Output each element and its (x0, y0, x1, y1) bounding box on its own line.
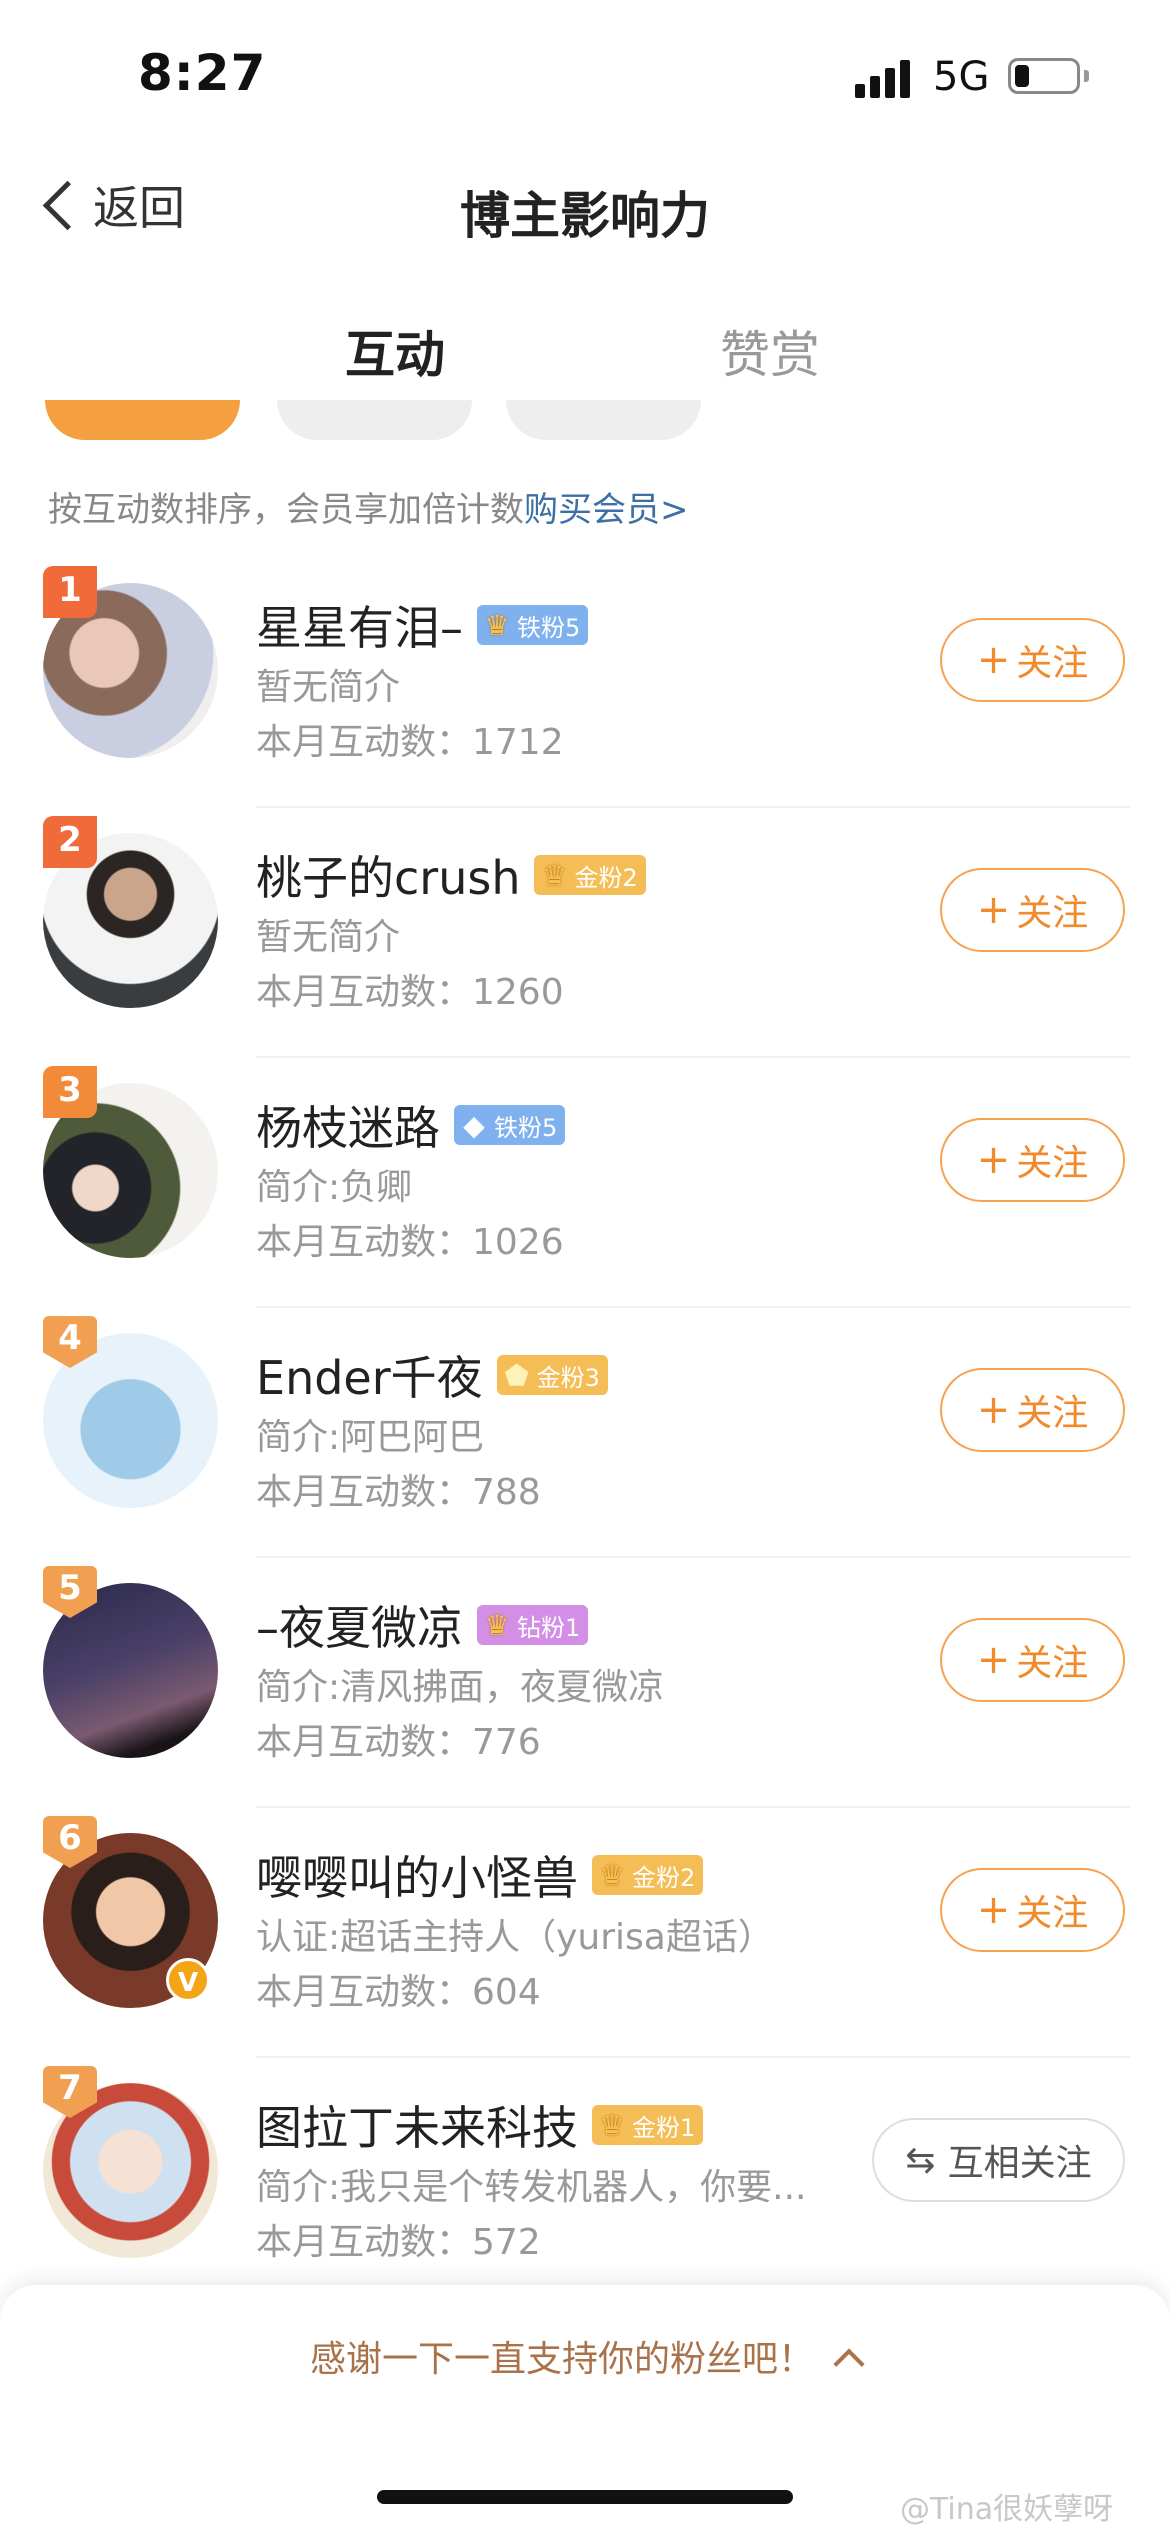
fan-name-text: 杨枝迷路 (256, 1101, 440, 1155)
interaction-count: 本月互动数：788 (256, 1472, 541, 1513)
diamond-icon: ◆ (463, 1108, 485, 1142)
battery-icon (1008, 58, 1080, 94)
thank-fans-prompt[interactable]: 感谢一下一直支持你的粉丝吧！ (0, 2330, 1170, 2382)
follow-button[interactable]: + 关注 (940, 618, 1125, 702)
fan-row[interactable]: 7 图拉丁未来科技 ♛ 金粉1 简介:我只是个转发机器人，你要... 本月互动数：… (0, 2058, 1170, 2308)
fan-level-badge: ♛ 铁粉5 (477, 605, 589, 645)
chevron-up-icon (833, 2348, 865, 2380)
fan-row[interactable]: 4 Ender千夜 ⬟ 金粉3 简介:阿巴阿巴 本月互动数：788 + 关注 (0, 1308, 1170, 1558)
follow-button[interactable]: + 关注 (940, 1868, 1125, 1952)
interaction-count: 本月互动数：604 (256, 1972, 541, 2013)
fan-name-text: Ender千夜 (256, 1351, 483, 1405)
filter-chip[interactable] (506, 400, 701, 440)
rank-badge: 1 (43, 566, 97, 618)
fan-level-badge: ♛ 金粉2 (534, 855, 646, 895)
mutual-follow-button[interactable]: ⇆ 互相关注 (872, 2118, 1125, 2202)
follow-button[interactable]: + 关注 (940, 1368, 1125, 1452)
fan-name[interactable]: 嘤嘤叫的小怪兽 ♛ 金粉2 (256, 1842, 704, 1908)
status-time: 8:27 (138, 44, 267, 102)
interaction-count: 本月互动数：1026 (256, 1222, 564, 1263)
watermark: @Tina很妖孽呀 (900, 2492, 1114, 2527)
fan-row[interactable]: 1 星星有泪– ♛ 铁粉5 暂无简介 本月互动数：1712 + 关注 (0, 558, 1170, 808)
signal-icon (855, 58, 915, 98)
fan-name-text: 嘤嘤叫的小怪兽 (256, 1851, 578, 1905)
rank-badge: 3 (43, 1066, 97, 1118)
coin-icon: ⬟ (504, 1358, 529, 1392)
fan-level-badge: ♛ 金粉1 (592, 2105, 704, 2145)
fan-intro: 认证:超话主持人（yurisa超话） (256, 1917, 774, 1958)
fan-intro: 暂无简介 (256, 667, 401, 708)
tab-interaction[interactable]: 互动 (345, 315, 445, 387)
fan-level-badge: ◆ 铁粉5 (454, 1105, 566, 1145)
fan-row[interactable]: 2 桃子的crush ♛ 金粉2 暂无简介 本月互动数：1260 + 关注 (0, 808, 1170, 1058)
sort-hint-text: 按互动数排序，会员享加倍计数 (48, 490, 524, 530)
interaction-count: 本月互动数：1260 (256, 972, 564, 1013)
tab-reward[interactable]: 赞赏 (720, 315, 820, 387)
thank-fans-text: 感谢一下一直支持你的粉丝吧！ (309, 2339, 814, 2380)
network-type: 5G (933, 54, 990, 100)
interaction-count: 本月互动数：1712 (256, 722, 564, 763)
crown-icon: ♛ (599, 1858, 625, 1892)
fan-level-badge: ⬟ 金粉3 (496, 1355, 608, 1395)
fan-name[interactable]: 星星有泪– ♛ 铁粉5 (256, 592, 589, 658)
crown-icon: ♛ (599, 2108, 625, 2142)
battery-tip (1084, 70, 1089, 82)
plus-icon: + (976, 1387, 1011, 1433)
interaction-count: 本月互动数：776 (256, 1722, 541, 1763)
crown-icon: ♛ (484, 1608, 510, 1642)
fan-name[interactable]: 桃子的crush ♛ 金粉2 (256, 842, 646, 908)
fan-row[interactable]: V 6 嘤嘤叫的小怪兽 ♛ 金粉2 认证:超话主持人（yurisa超话） 本月互动… (0, 1808, 1170, 2058)
fan-intro: 简介:清风拂面，夜夏微凉 (256, 1667, 665, 1708)
fan-name-text: 图拉丁未来科技 (256, 2101, 578, 2155)
fan-name-text: –夜夏微凉 (256, 1601, 463, 1655)
fan-name[interactable]: 杨枝迷路 ◆ 铁粉5 (256, 1092, 566, 1158)
follow-button[interactable]: + 关注 (940, 1618, 1125, 1702)
rank-badge: 2 (43, 816, 97, 868)
fan-row[interactable]: 3 杨枝迷路 ◆ 铁粉5 简介:负卿 本月互动数：1026 + 关注 (0, 1058, 1170, 1308)
follow-button[interactable]: + 关注 (940, 1118, 1125, 1202)
fan-name[interactable]: –夜夏微凉 ♛ 钻粉1 (256, 1592, 589, 1658)
filter-chip[interactable] (277, 400, 472, 440)
fan-level-badge: ♛ 钻粉1 (477, 1605, 589, 1645)
fan-row[interactable]: 5 –夜夏微凉 ♛ 钻粉1 简介:清风拂面，夜夏微凉 本月互动数：776 + 关注 (0, 1558, 1170, 1808)
fan-level-badge: ♛ 金粉2 (592, 1855, 704, 1895)
buy-membership-link[interactable]: 购买会员> (524, 490, 689, 530)
follow-button[interactable]: + 关注 (940, 868, 1125, 952)
crown-icon: ♛ (484, 608, 510, 642)
plus-icon: + (976, 1137, 1011, 1183)
crown-icon: ♛ (541, 858, 568, 892)
fan-intro: 简介:负卿 (256, 1167, 413, 1208)
verified-icon: V (166, 1958, 210, 2002)
home-indicator[interactable] (377, 2490, 793, 2504)
plus-icon: + (976, 1887, 1011, 1933)
filter-chip-active[interactable] (45, 400, 240, 440)
page-title: 博主影响力 (460, 187, 710, 245)
fan-intro: 简介:我只是个转发机器人，你要... (256, 2167, 807, 2208)
plus-icon: + (976, 1637, 1011, 1683)
swap-arrows-icon: ⇆ (905, 2139, 936, 2181)
plus-icon: + (976, 887, 1011, 933)
interaction-count: 本月互动数：572 (256, 2222, 541, 2263)
fan-name[interactable]: Ender千夜 ⬟ 金粉3 (256, 1342, 608, 1408)
fan-name-text: 桃子的crush (256, 851, 521, 905)
plus-icon: + (976, 637, 1011, 683)
fan-intro: 暂无简介 (256, 917, 401, 958)
fan-name-text: 星星有泪– (256, 601, 463, 655)
sort-hint: 按互动数排序，会员享加倍计数购买会员> (48, 482, 689, 531)
fan-name[interactable]: 图拉丁未来科技 ♛ 金粉1 (256, 2092, 704, 2158)
fan-intro: 简介:阿巴阿巴 (256, 1417, 485, 1458)
